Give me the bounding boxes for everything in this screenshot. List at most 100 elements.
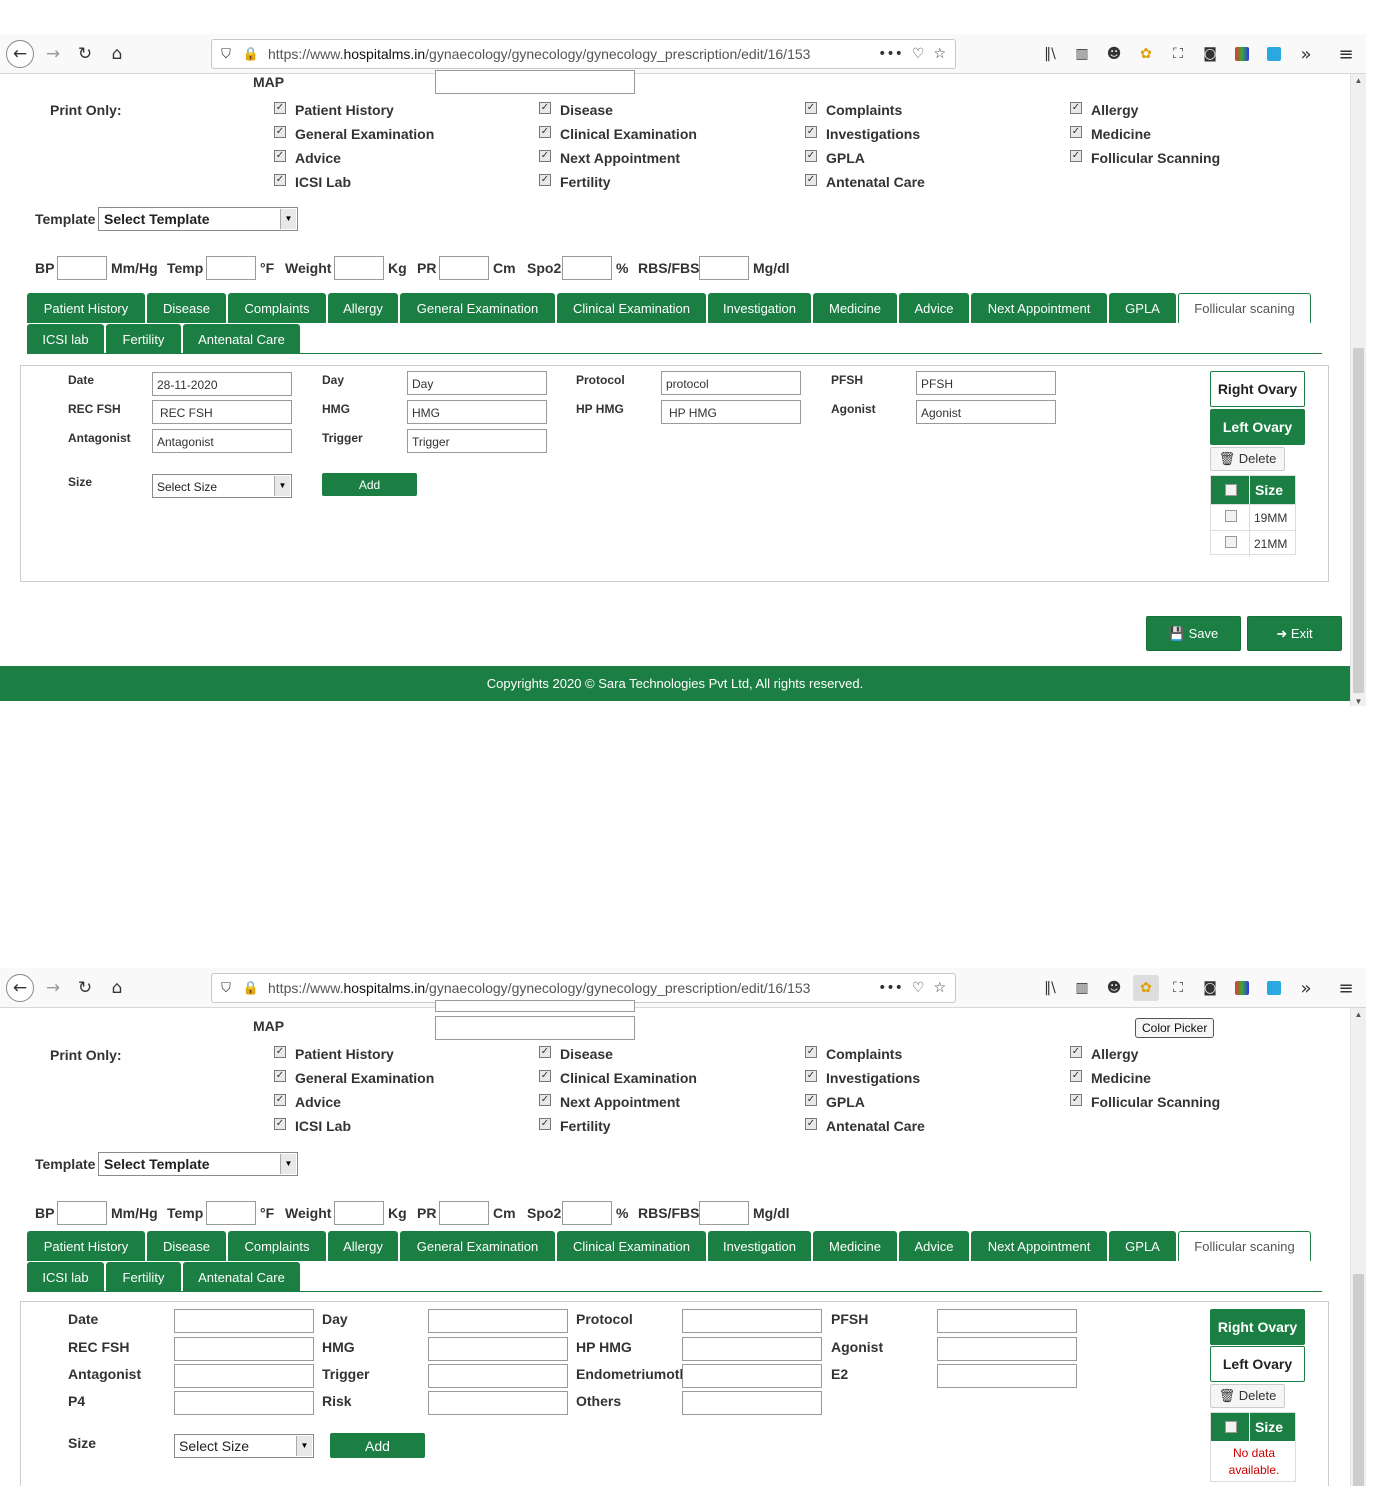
select-all-checkbox[interactable] — [1225, 476, 1237, 504]
date-input[interactable] — [174, 1309, 314, 1333]
library-icon[interactable]: ‖\ — [1040, 44, 1060, 64]
forward-arrow-icon[interactable]: → — [39, 40, 67, 68]
hp-hmg-input[interactable] — [682, 1337, 822, 1361]
rec-fsh-input[interactable] — [174, 1337, 314, 1361]
risk-input[interactable] — [428, 1391, 568, 1415]
checkbox[interactable]: ✓ — [805, 1118, 817, 1130]
checkbox[interactable]: ✓ — [274, 1094, 286, 1106]
camera-icon[interactable]: ◙ — [1200, 978, 1220, 998]
hamburger-menu-icon[interactable]: ≡ — [1336, 44, 1356, 65]
right-ovary-button[interactable]: Right Ovary — [1210, 1309, 1305, 1345]
checkbox[interactable]: ✓ — [274, 1046, 286, 1058]
vertical-scrollbar[interactable]: ▲ ▼ — [1350, 74, 1366, 706]
vertical-scrollbar[interactable]: ▲ — [1350, 1008, 1366, 1486]
checkbox[interactable]: ✓ — [1070, 150, 1082, 162]
extension-blue-icon[interactable] — [1267, 47, 1281, 61]
checkbox[interactable]: ✓ — [274, 1118, 286, 1130]
reload-icon[interactable]: ↻ — [71, 974, 99, 1002]
library-icon[interactable]: ‖\ — [1040, 978, 1060, 998]
tab-patient-history[interactable]: Patient History — [27, 293, 145, 323]
checkbox[interactable]: ✓ — [274, 126, 286, 138]
page-actions-icon[interactable]: ••• — [878, 980, 903, 996]
others-input[interactable] — [682, 1391, 822, 1415]
url-text[interactable]: https://www.hospitalms.in/gynaecology/gy… — [268, 980, 878, 996]
checkbox[interactable]: ✓ — [1070, 1094, 1082, 1106]
checkbox[interactable]: ✓ — [539, 1070, 551, 1082]
address-bar[interactable]: ⛉ 🔒 https://www.hospitalms.in/gynaecolog… — [211, 39, 956, 69]
reload-icon[interactable]: ↻ — [71, 40, 99, 68]
rbs-input[interactable] — [699, 256, 749, 280]
back-arrow-icon[interactable]: ← — [6, 974, 34, 1002]
checkbox[interactable]: ✓ — [539, 102, 551, 114]
antagonist-input[interactable] — [174, 1364, 314, 1388]
extension-blue-icon[interactable] — [1267, 981, 1281, 995]
template-select[interactable]: Select Template ▼ — [98, 1152, 298, 1176]
pocket-icon[interactable]: ♡ — [912, 980, 925, 996]
checkbox[interactable]: ✓ — [805, 1070, 817, 1082]
checkbox[interactable]: ✓ — [1070, 126, 1082, 138]
tab-gpla[interactable]: GPLA — [1109, 293, 1176, 323]
pr-input[interactable] — [439, 1201, 489, 1225]
tab-disease[interactable]: Disease — [147, 1231, 226, 1261]
checkbox[interactable]: ✓ — [274, 1070, 286, 1082]
hp-hmg-input[interactable]: HP HMG — [661, 400, 801, 424]
p4-input[interactable] — [174, 1391, 314, 1415]
tab-patient-history[interactable]: Patient History — [27, 1231, 145, 1261]
delete-button[interactable]: 🗑 Delete — [1210, 1384, 1285, 1408]
tab-fertility[interactable]: Fertility — [106, 324, 181, 354]
home-icon[interactable]: ⌂ — [103, 40, 131, 68]
agonist-input[interactable] — [937, 1337, 1077, 1361]
scroll-up-arrow-icon[interactable]: ▲ — [1351, 76, 1366, 85]
tab-complaints[interactable]: Complaints — [228, 1231, 326, 1261]
hmg-input[interactable]: HMG — [407, 400, 547, 424]
checkbox[interactable]: ✓ — [805, 102, 817, 114]
scroll-thumb[interactable] — [1353, 1274, 1364, 1486]
home-icon[interactable]: ⌂ — [103, 974, 131, 1002]
e2-input[interactable] — [937, 1364, 1077, 1388]
checkbox[interactable]: ✓ — [539, 174, 551, 186]
checkbox[interactable]: ✓ — [805, 174, 817, 186]
tab-medicine[interactable]: Medicine — [813, 1231, 897, 1261]
checkbox[interactable]: ✓ — [539, 1046, 551, 1058]
tab-follicular-scaning[interactable]: Follicular scaning — [1178, 1231, 1311, 1261]
shield-icon[interactable]: ⛉ — [215, 47, 237, 62]
size-select[interactable]: Select Size ▼ — [174, 1434, 314, 1458]
address-bar[interactable]: ⛉ 🔒 https://www.hospitalms.in/gynaecolog… — [211, 973, 956, 1003]
hmg-input[interactable] — [428, 1337, 568, 1361]
account-icon[interactable]: ☻ — [1104, 978, 1124, 998]
day-input[interactable] — [428, 1309, 568, 1333]
checkbox[interactable]: ✓ — [274, 102, 286, 114]
screenshot-icon[interactable]: ⛶ — [1168, 978, 1188, 998]
protocol-input[interactable]: protocol — [661, 371, 801, 395]
page-actions-icon[interactable]: ••• — [878, 46, 903, 62]
weight-input[interactable] — [334, 1201, 384, 1225]
rec-fsh-input[interactable]: REC FSH — [152, 400, 292, 424]
checkbox[interactable]: ✓ — [805, 1094, 817, 1106]
overflow-chevron-icon[interactable]: » — [1296, 978, 1316, 999]
pocket-icon[interactable]: ♡ — [912, 46, 925, 62]
left-ovary-button[interactable]: Left Ovary — [1210, 1346, 1305, 1382]
extension-icon[interactable] — [1235, 981, 1249, 995]
tab-next-appointment[interactable]: Next Appointment — [971, 1231, 1107, 1261]
day-input[interactable]: Day — [407, 371, 547, 395]
rbs-input[interactable] — [699, 1201, 749, 1225]
url-text[interactable]: https://www.hospitalms.in/gynaecology/gy… — [268, 46, 878, 62]
previous-input[interactable] — [435, 1000, 635, 1012]
map-input[interactable] — [435, 70, 635, 94]
tab-allergy[interactable]: Allergy — [328, 1231, 398, 1261]
tab-follicular-scaning[interactable]: Follicular scaning — [1178, 293, 1311, 323]
scroll-up-arrow-icon[interactable]: ▲ — [1351, 1010, 1366, 1019]
add-button[interactable]: Add — [322, 473, 417, 496]
color-wheel-icon[interactable]: ✿ — [1136, 44, 1156, 64]
tab-antenatal-care[interactable]: Antenatal Care — [183, 324, 300, 354]
screenshot-icon[interactable]: ⛶ — [1168, 44, 1188, 64]
tab-next-appointment[interactable]: Next Appointment — [971, 293, 1107, 323]
tab-fertility[interactable]: Fertility — [106, 1262, 181, 1292]
endometrium-input[interactable] — [682, 1364, 822, 1388]
add-button[interactable]: Add — [330, 1433, 425, 1458]
extension-icon[interactable] — [1235, 47, 1249, 61]
save-button[interactable]: 💾 Save — [1146, 616, 1241, 651]
bookmark-star-icon[interactable]: ☆ — [933, 46, 946, 62]
checkbox[interactable]: ✓ — [539, 1118, 551, 1130]
bp-input[interactable] — [57, 1201, 107, 1225]
